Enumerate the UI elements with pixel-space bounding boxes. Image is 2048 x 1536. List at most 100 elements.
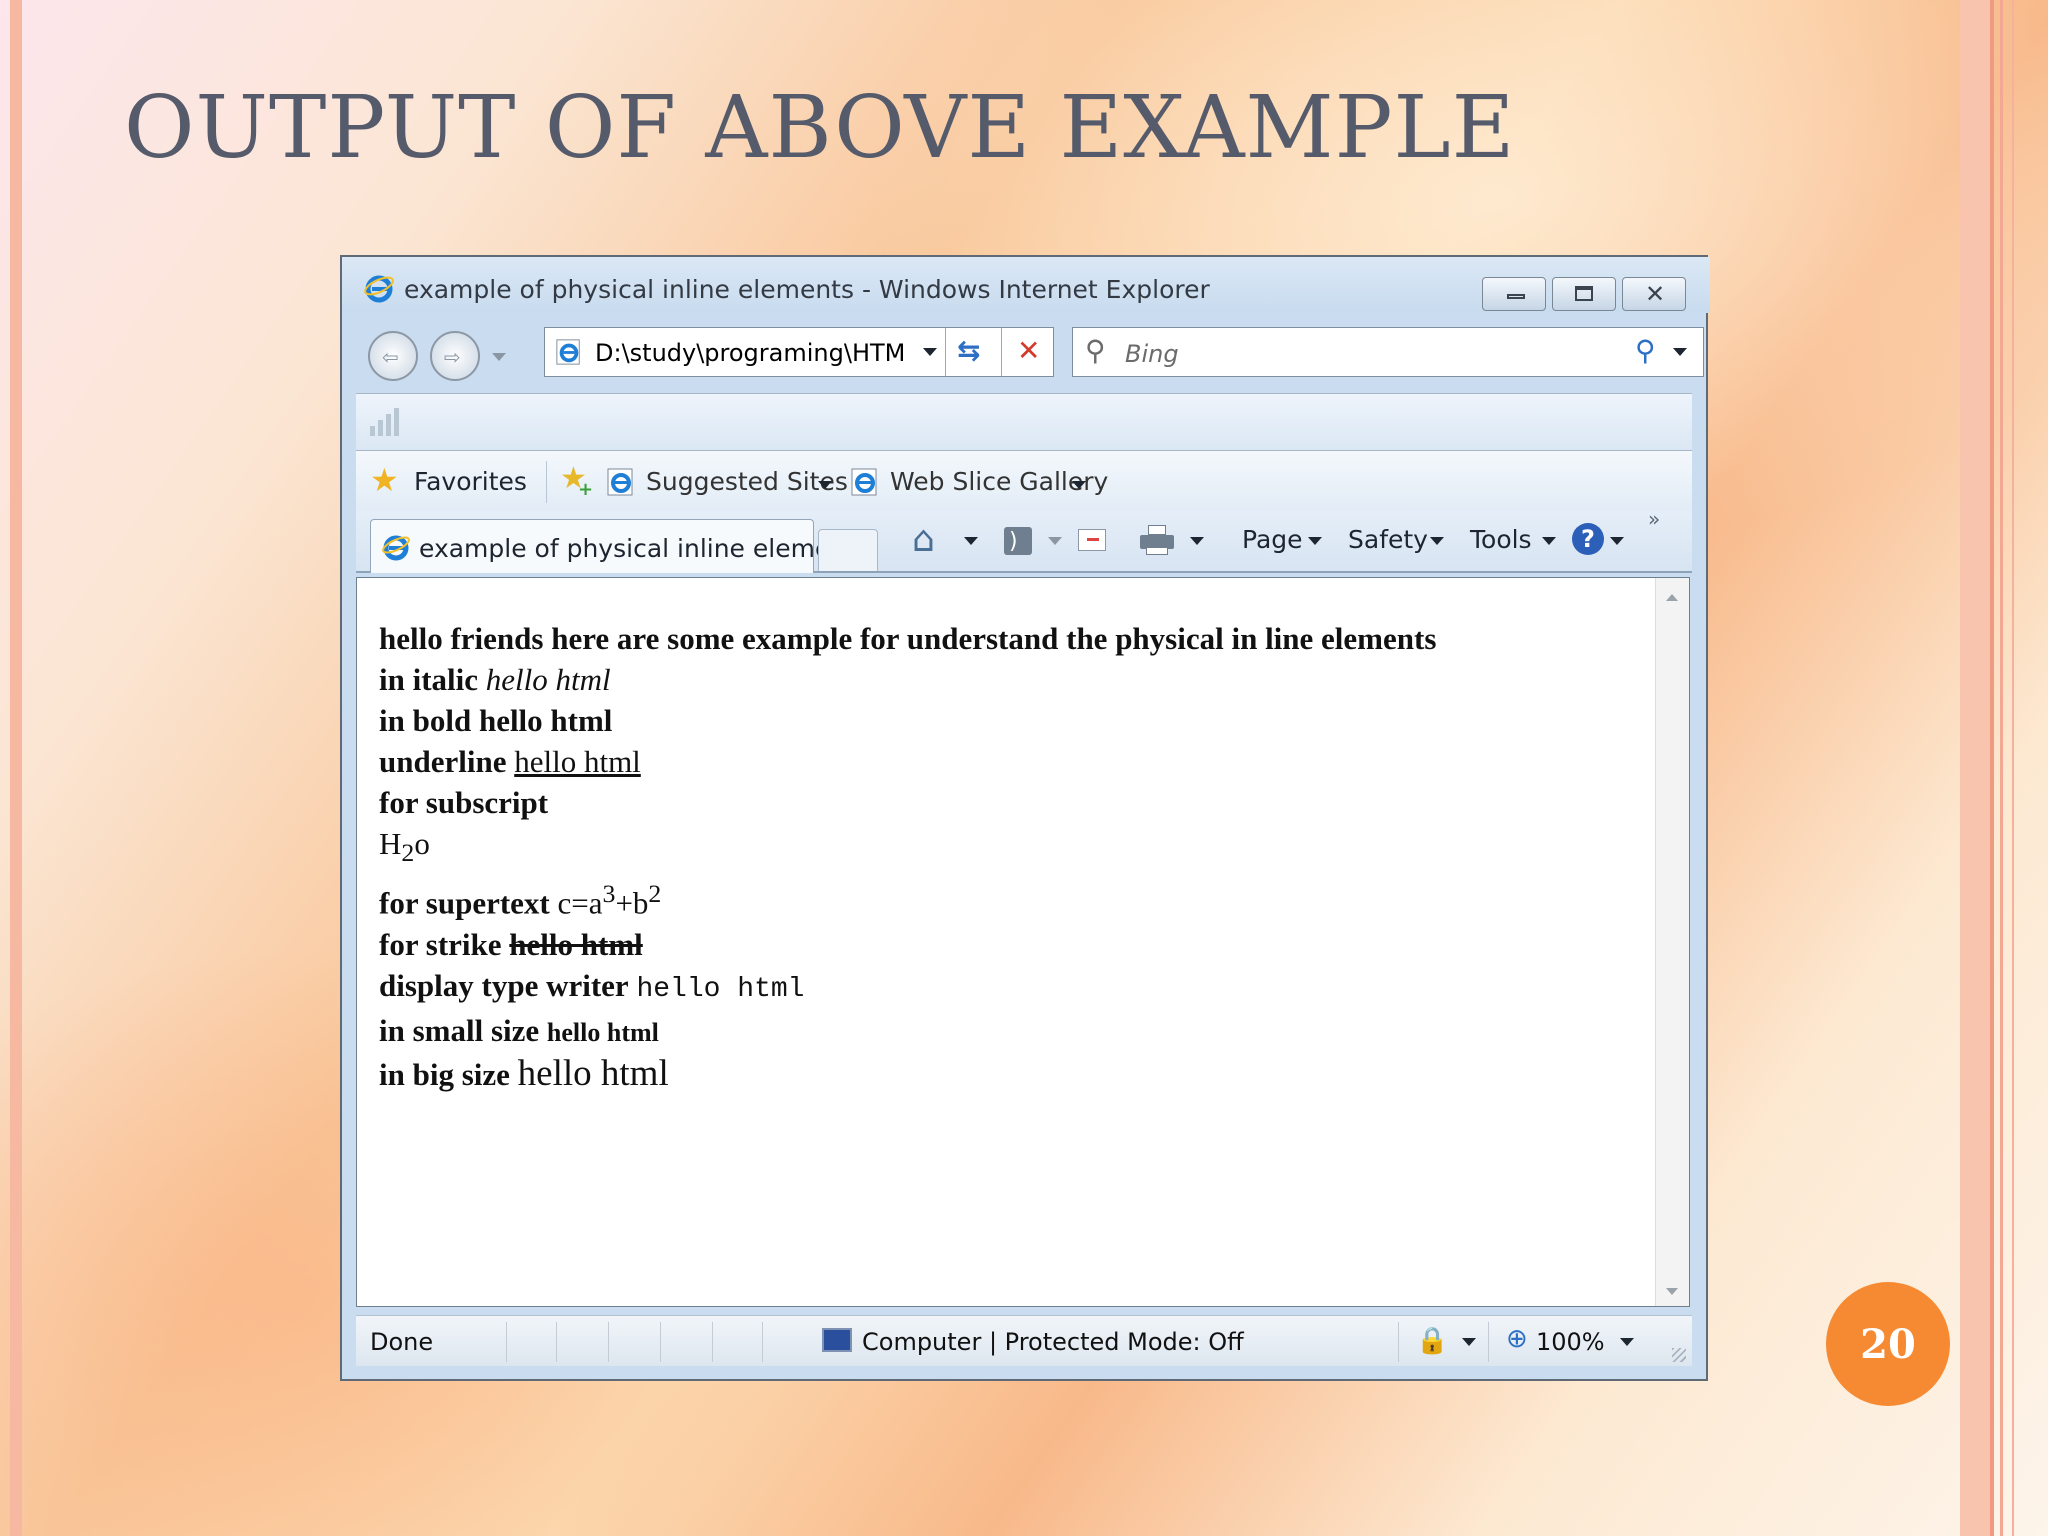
zoom-icon[interactable]: ⊕ [1506,1324,1528,1354]
tools-dropdown-icon[interactable] [1542,537,1556,545]
close-window-button[interactable]: ✕ [1622,277,1686,311]
slide-right-border [1960,0,1990,1536]
italic-line: in italic hello html [379,662,611,697]
search-box[interactable]: ⚲ Bing ⚲ [1072,327,1704,377]
search-go-icon[interactable]: ⚲ [1635,334,1656,367]
strike-line: for strike hello html [379,926,643,962]
divider [660,1322,661,1362]
scroll-down-icon[interactable] [1666,1288,1678,1295]
refresh-icon[interactable]: ⇆ [957,334,980,367]
window-title: example of physical inline elements - Wi… [404,275,1210,304]
slide-right-line [1990,0,1994,1536]
slide-right-line [2000,0,2003,1536]
stop-icon[interactable]: ✕ [1017,334,1040,367]
page-content-area: hello friends here are some example for … [356,577,1690,1307]
subscript-label-line: for subscript [379,785,549,820]
new-tab-button[interactable] [818,529,878,571]
computer-zone-icon [822,1328,852,1352]
favorites-bar: ★ Favorites ★ + Suggested Sites Web Slic… [356,451,1692,511]
feeds-dropdown-icon[interactable] [1048,537,1062,545]
forward-button[interactable]: ⇨ [430,331,480,381]
print-icon[interactable] [1140,525,1174,555]
address-bar[interactable]: D:\study\programing\HTM ⇆ ✕ [544,327,1054,377]
slide-title: OUTPUT OF ABOVE EXAMPLE [124,78,1516,178]
small-line: in small size hello html [379,1012,659,1048]
page-icon [556,339,580,365]
protected-mode-lock-icon[interactable]: 🔒 [1416,1326,1448,1356]
address-text: D:\study\programing\HTM [595,339,906,367]
signal-bar-icon [386,414,391,436]
recent-pages-dropdown-icon[interactable] [492,353,506,361]
signal-bar-icon [394,408,399,436]
page-menu[interactable]: Page [1242,525,1303,554]
feeds-icon[interactable]: ) [1004,527,1032,555]
read-mail-icon[interactable] [1078,529,1106,551]
resize-grip-icon[interactable] [1672,1348,1686,1362]
search-icon: ⚲ [1085,334,1106,367]
zoom-dropdown-icon[interactable] [1620,1338,1634,1346]
slide-number-badge: 20 [1826,1282,1950,1406]
slide-right-line [2012,0,2014,1536]
maximize-button[interactable] [1552,277,1616,311]
tab-command-bar: example of physical inline eleme... ⌂ ) … [356,507,1692,573]
underline-line: underline hello html [379,744,641,779]
intro-line: hello friends here are some example for … [379,621,1437,656]
search-placeholder: Bing [1125,340,1179,368]
ie-tab-icon [382,535,410,561]
help-icon[interactable]: ? [1572,523,1604,555]
navigation-row: ⇦ ⇨ D:\study\programing\HTM ⇆ ✕ ⚲ Bing ⚲ [356,317,1704,383]
print-paper [1148,525,1166,535]
divider [945,328,946,376]
scroll-up-icon[interactable] [1666,594,1678,601]
minimize-icon [1507,294,1525,299]
zoom-level[interactable]: 100% [1536,1328,1605,1356]
tools-menu[interactable]: Tools [1470,525,1532,554]
print-dropdown-icon[interactable] [1190,537,1204,545]
search-options-dropdown-icon[interactable] [1673,348,1687,356]
ie-logo-icon [364,275,394,303]
signal-band [356,393,1692,451]
divider [1398,1322,1399,1362]
divider [762,1322,763,1362]
vertical-scrollbar[interactable] [1655,578,1689,1306]
safety-dropdown-icon[interactable] [1430,537,1444,545]
minimize-button[interactable] [1482,277,1546,311]
more-commands-chevron-icon[interactable]: » [1648,507,1660,531]
supertext-line: for supertext c=a3+b2 [379,879,662,921]
home-icon[interactable]: ⌂ [912,519,935,560]
mail-mark [1087,538,1099,541]
tab-active[interactable]: example of physical inline eleme... [370,519,854,573]
safety-menu[interactable]: Safety [1348,525,1428,554]
divider [608,1322,609,1362]
tab-title: example of physical inline eleme... [419,534,855,563]
divider [1488,1322,1489,1362]
suggested-sites-dropdown-icon[interactable] [818,481,832,489]
status-text: Done [370,1328,434,1356]
protected-mode-dropdown-icon[interactable] [1462,1338,1476,1346]
divider [546,461,547,503]
bold-line: in bold hello html [379,703,613,738]
web-slice-dropdown-icon[interactable] [1072,481,1086,489]
favorites-star-icon[interactable]: ★ [370,461,399,499]
web-slice-icon [851,468,877,496]
help-dropdown-icon[interactable] [1610,537,1624,545]
home-dropdown-icon[interactable] [964,537,978,545]
big-line: in big size hello html [379,1052,669,1094]
slide-left-border [10,0,22,1536]
signal-bar-icon [378,420,383,436]
security-zone-text[interactable]: Computer | Protected Mode: Off [862,1328,1244,1356]
print-tray [1146,547,1168,555]
address-dropdown-icon[interactable] [923,348,937,356]
back-arrow-icon: ⇦ [382,345,399,369]
add-plus-icon: + [578,479,594,500]
title-bar: example of physical inline elements - Wi… [342,257,1710,313]
status-bar: Done Computer | Protected Mode: Off 🔒 ⊕ … [356,1315,1692,1366]
page-dropdown-icon[interactable] [1308,537,1322,545]
browser-window: example of physical inline elements - Wi… [340,255,1710,1381]
divider [1001,328,1002,376]
divider [506,1322,507,1362]
feeds-glyph: ) [1009,529,1018,554]
favorites-button[interactable]: Favorites [414,467,527,496]
signal-bar-icon [370,426,375,436]
back-button[interactable]: ⇦ [368,331,418,381]
